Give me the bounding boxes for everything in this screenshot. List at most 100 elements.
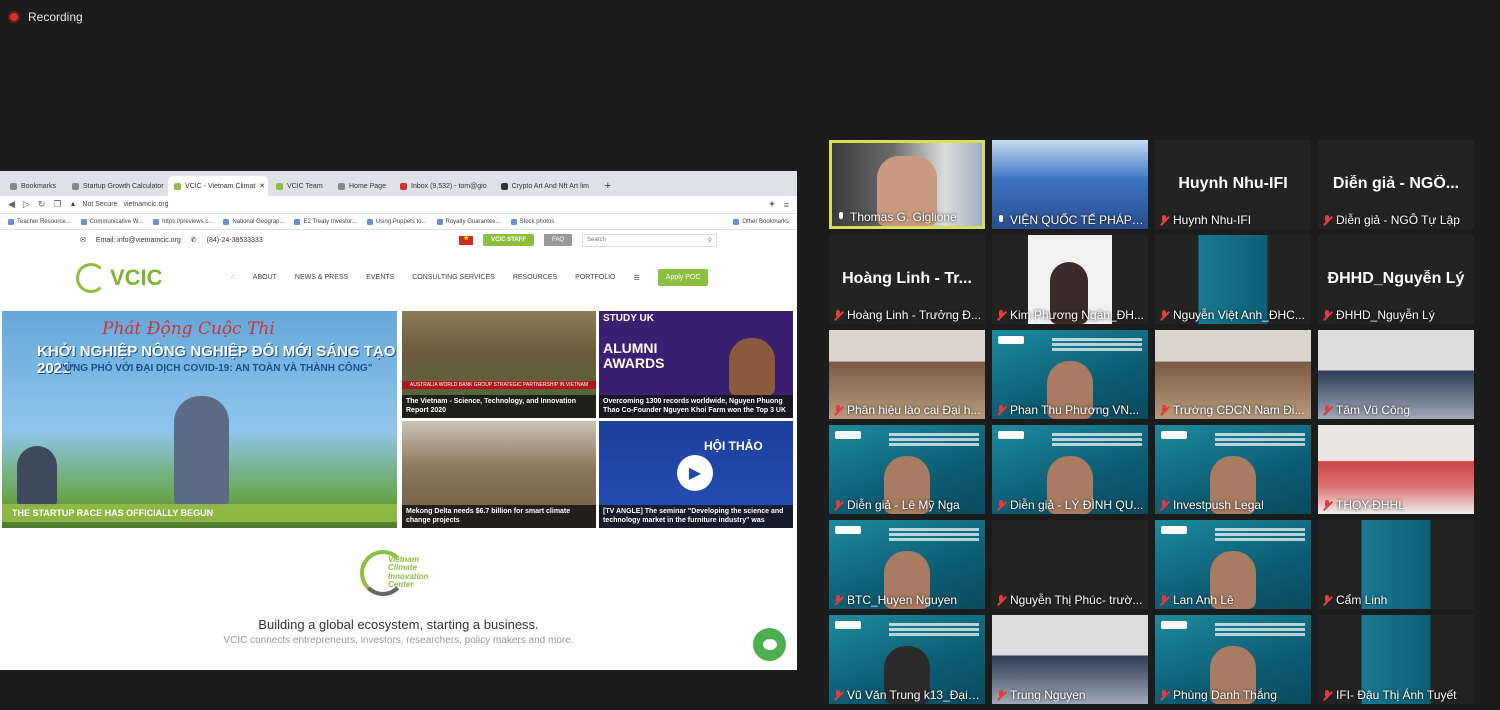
hero-banner[interactable]: Phát Động Cuộc Thi KHỞI NGHIỆP NÔNG NGHI… [2, 311, 397, 528]
muted-mic-icon [1322, 594, 1332, 606]
site-email[interactable]: Email: info@vietnamcic.org [96, 237, 181, 244]
tab-vcic[interactable]: VCIC - Vietnam Climat ✕ [168, 176, 268, 196]
participant-tile[interactable]: Trường CĐCN Nam Đi... [1155, 330, 1311, 419]
close-icon[interactable]: ✕ [259, 182, 265, 190]
home-icon[interactable]: ⌂ [231, 274, 235, 281]
card-title: HỘI THẢO [704, 439, 763, 453]
url-text: vietnamcic.org [123, 201, 169, 208]
forward-icon[interactable]: ▷ [23, 199, 30, 210]
vcic-logo[interactable]: VCIC [76, 262, 163, 293]
reload-icon[interactable]: ↻ [38, 199, 46, 210]
nav-about[interactable]: ABOUT [253, 274, 277, 281]
bookmark-item[interactable]: Stock photos [510, 218, 554, 225]
tab-startup-growth[interactable]: Startup Growth Calculator [66, 176, 166, 196]
browser-tab-strip: Bookmarks Startup Growth Calculator VCIC… [0, 171, 797, 196]
participant-name: Trung Nguyen [1010, 688, 1086, 702]
participant-name: VIỆN QUỐC TẾ PHÁP NG... [1010, 213, 1144, 227]
apply-poc-button[interactable]: Apply POC [657, 269, 709, 286]
muted-mic-icon [996, 594, 1006, 606]
participant-tile[interactable]: Diễn giả - LÝ ĐÌNH QU... [992, 425, 1148, 514]
tab-crypto-art[interactable]: Crypto Art And Nft Art lim [495, 176, 595, 196]
bookmark-item[interactable]: Communicative W... [80, 218, 143, 225]
page-icon [80, 218, 87, 225]
participant-tile[interactable]: Hoàng Linh - Tr... Hoàng Linh - Trưởng Đ.… [829, 235, 985, 324]
bookmark-item[interactable]: E2 Treaty Investor... [294, 218, 357, 225]
participant-tile[interactable]: ĐHHD_Nguyễn Lý ĐHHD_Nguyễn Lý [1318, 235, 1474, 324]
participant-tile[interactable]: Vũ Văn Trung k13_Đại ... [829, 615, 985, 704]
page-icon [366, 218, 373, 225]
chat-bubble-button[interactable] [753, 628, 786, 661]
bookmark-item[interactable]: https://previews.c... [153, 218, 213, 225]
nav-news[interactable]: NEWS & PRESS [295, 274, 348, 281]
participant-tile[interactable]: Diễn giả - Lê Mỹ Nga [829, 425, 985, 514]
muted-mic-icon [996, 499, 1006, 511]
tab-vcic-team[interactable]: VCIC Team [270, 176, 330, 196]
participant-tile[interactable]: Phan Thu Phương VN... [992, 330, 1148, 419]
participant-tile[interactable]: Cẩm Linh [1318, 520, 1474, 609]
participant-name: Phan Thu Phương VN... [1010, 403, 1140, 417]
bookmark-item[interactable]: National Geograp... [223, 218, 284, 225]
participant-tile[interactable]: Nguyễn Thị Phúc- trườ... [992, 520, 1148, 609]
url-field[interactable]: ▲ Not Secure vietnamcic.org [69, 201, 760, 208]
news-card[interactable]: AUSTRALIA WORLD BANK GROUP STRATEGIC PAR… [402, 311, 596, 418]
participant-name: Kim Phương Ngân_ĐH... [1010, 308, 1144, 322]
participant-tile[interactable]: Phân hiệu lào cai Đại h... [829, 330, 985, 419]
menu-icon[interactable]: ≡ [784, 200, 789, 210]
audience-figure [17, 446, 57, 506]
vcic-logo-mark-icon [76, 262, 106, 293]
vietnam-flag-icon[interactable] [459, 234, 474, 245]
participant-tile[interactable]: BTC_Huyen Nguyen [829, 520, 985, 609]
participant-name: Lan Anh Lê [1173, 593, 1234, 607]
participant-name-label: Trung Nguyen [996, 688, 1144, 702]
participant-name: BTC_Huyen Nguyen [847, 593, 958, 607]
participant-tile[interactable]: VIỆN QUỐC TẾ PHÁP NG... [992, 140, 1148, 229]
participant-tile[interactable]: Diễn giả - NGÔ... Diễn giả - NGÔ Tự Lập [1318, 140, 1474, 229]
site-search-input[interactable]: Search ⚲ [582, 233, 717, 247]
vcic-staff-button[interactable]: VCIC STAFF [483, 234, 534, 246]
muted-mic-icon [996, 689, 1006, 701]
card-subtitle: ALUMNI AWARDS [603, 340, 665, 372]
faq-button[interactable]: FAQ [543, 234, 572, 246]
nav-consulting[interactable]: CONSULTING SERVICES [412, 274, 495, 281]
tab-bookmarks[interactable]: Bookmarks [4, 176, 64, 196]
participant-tile[interactable]: Thomas G. Giglione [829, 140, 985, 229]
participant-tile[interactable]: Lan Anh Lê [1155, 520, 1311, 609]
muted-mic-icon [1322, 404, 1332, 416]
participant-tile[interactable]: THQY-ĐHHL [1318, 425, 1474, 514]
back-icon[interactable]: ◀ [8, 199, 15, 210]
participant-name-label: Diễn giả - NGÔ Tự Lập [1322, 213, 1470, 227]
play-icon[interactable]: ▶ [677, 455, 713, 491]
extension-icon[interactable]: ✦ [768, 199, 776, 210]
person-photo [729, 338, 775, 396]
participant-tile[interactable]: Investpush Legal [1155, 425, 1311, 514]
bookmark-item[interactable]: Using Puppets to... [366, 218, 427, 225]
participant-tile[interactable]: Tâm Vũ Công [1318, 330, 1474, 419]
participant-tile[interactable]: Kim Phương Ngân_ĐH... [992, 235, 1148, 324]
phone-icon: ✆ [190, 237, 197, 244]
bookmark-item[interactable]: Teacher Resource... [8, 218, 71, 225]
folder-icon [8, 218, 14, 225]
news-card[interactable]: HỘI THẢO ▶ [TV ANGLE] The seminar "Devel… [599, 421, 793, 528]
participant-name: THQY-ĐHHL [1336, 498, 1405, 512]
bookmark-item[interactable]: Royalty Guarantee... [436, 218, 501, 225]
participant-tile[interactable]: Nguyễn Việt Anh_ĐHC... [1155, 235, 1311, 324]
participant-tile[interactable]: Huynh Nhu-IFI Huynh Nhu-IFI [1155, 140, 1311, 229]
news-card[interactable]: STUDY UK ALUMNI AWARDS Overcoming 1300 r… [599, 311, 793, 418]
participant-name-label: Lan Anh Lê [1159, 593, 1307, 607]
nav-resources[interactable]: RESOURCES [513, 274, 557, 281]
participant-tile[interactable]: Phùng Danh Thắng [1155, 615, 1311, 704]
other-bookmarks[interactable]: Other Bookmarks [733, 218, 789, 225]
nav-portfolio[interactable]: PORTFOLIO [575, 274, 615, 281]
tab-home-page[interactable]: Home Page [332, 176, 392, 196]
participant-tile[interactable]: IFI- Đậu Thị Ánh Tuyết [1318, 615, 1474, 704]
hero-line3: "ỨNG PHÓ VỚI ĐẠI DỊCH COVID-19: AN TOÀN … [60, 363, 373, 374]
new-tab-button[interactable]: + [597, 176, 619, 196]
participant-tile[interactable]: Trung Nguyen [992, 615, 1148, 704]
recording-indicator[interactable]: Recording [8, 10, 83, 24]
hamburger-menu-icon[interactable]: ☰ [634, 274, 640, 282]
news-card[interactable]: Mekong Delta needs $6.7 billion for smar… [402, 421, 596, 528]
nav-events[interactable]: EVENTS [366, 274, 394, 281]
bookmark-toggle-icon[interactable]: ❐ [53, 199, 61, 210]
tab-inbox[interactable]: Inbox (9,532) - tom@gio [394, 176, 493, 196]
muted-mic-icon [833, 594, 843, 606]
